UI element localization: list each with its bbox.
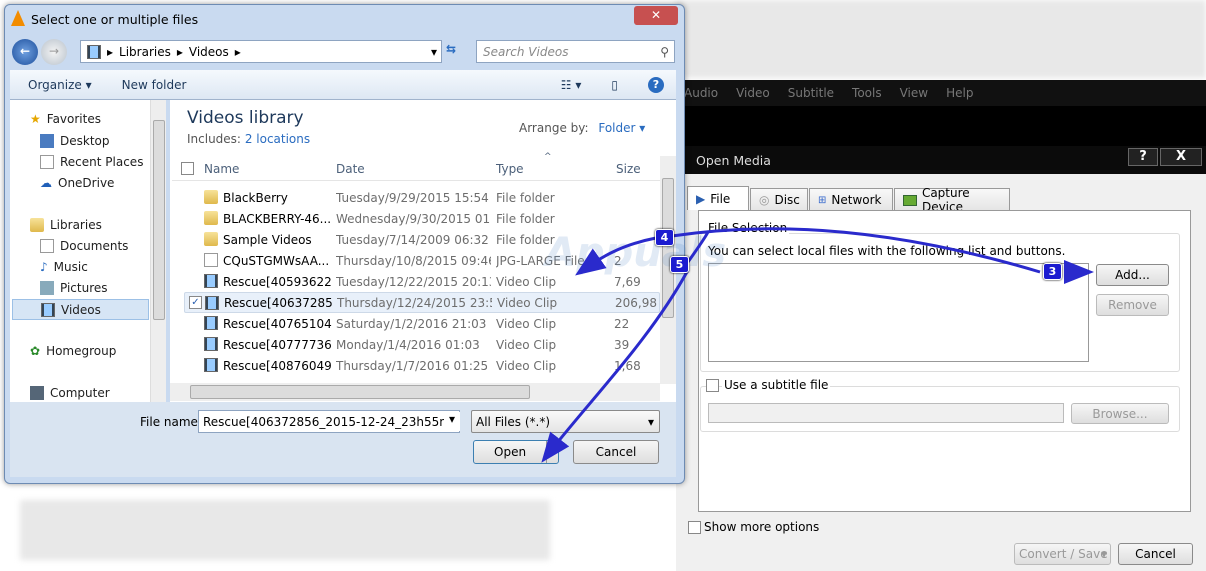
step-badge-5: 5 — [670, 256, 689, 273]
step-badge-4: 4 — [655, 229, 674, 246]
annotation-arrows — [541, 227, 1094, 463]
arrow-step-5b — [686, 231, 710, 263]
arrow-step-4b — [575, 236, 657, 276]
arrow-step-4 — [671, 227, 1041, 274]
step-badge-3: 3 — [1043, 263, 1062, 280]
arrow-step-5 — [541, 269, 690, 463]
